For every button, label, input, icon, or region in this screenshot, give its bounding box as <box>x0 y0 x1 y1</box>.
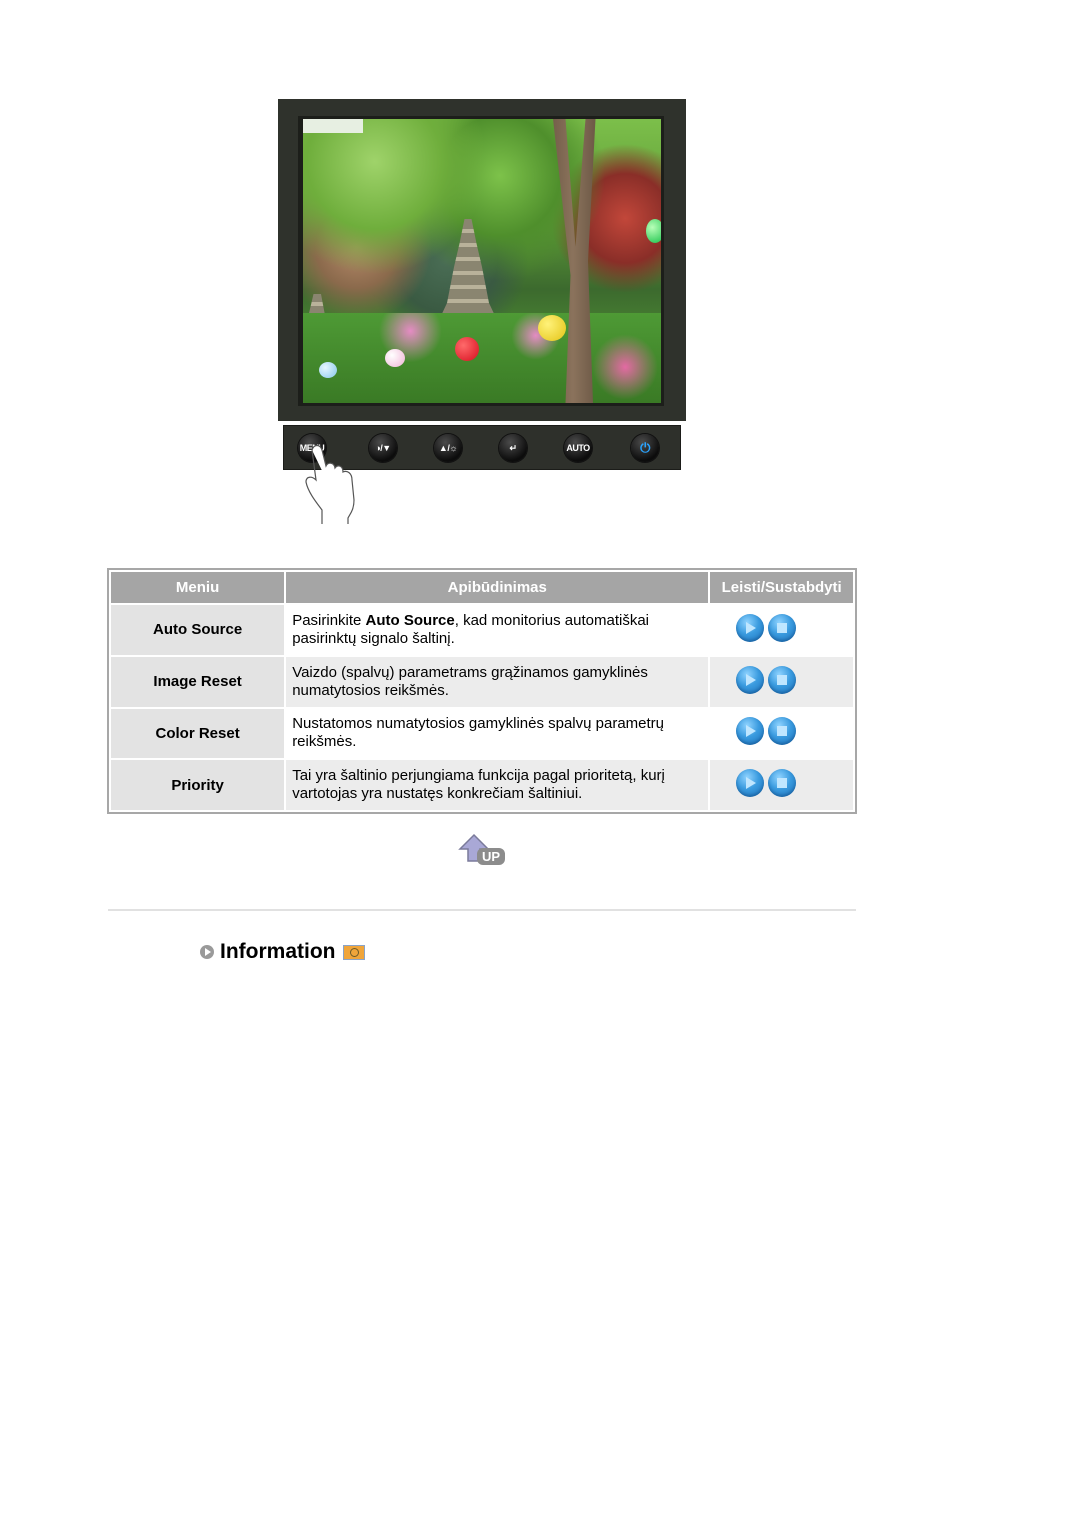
row-name: Color Reset <box>111 708 285 759</box>
lantern-green <box>646 219 661 243</box>
row-description: Pasirinkite Auto Source, kad monitorius … <box>286 605 709 655</box>
row-controls <box>710 605 853 655</box>
row-controls <box>710 760 853 810</box>
play-icon <box>745 621 756 634</box>
play-button[interactable] <box>735 769 764 798</box>
stop-icon <box>776 674 787 685</box>
enter-icon: ↵ <box>509 443 517 453</box>
header-description: Apibūdinimas <box>286 572 709 603</box>
table-row: Priority Tai yra šaltinio perjungiama fu… <box>111 760 853 810</box>
play-button[interactable] <box>735 717 764 746</box>
row-description: Tai yra šaltinio perjungiama funkcija pa… <box>286 760 709 810</box>
flower-bed <box>303 313 661 403</box>
up-label: UP <box>482 849 500 864</box>
brightness-up-button[interactable]: ▲/☼ <box>434 434 462 462</box>
power-icon: ⏻ <box>640 440 650 455</box>
play-icon <box>745 777 756 790</box>
section-divider <box>108 909 856 911</box>
table-row: Image Reset Vaizdo (spalvų) parametrams … <box>111 656 853 707</box>
play-button[interactable] <box>735 665 764 694</box>
row-description: Nustatomos numatytosios gamyklinės spalv… <box>286 708 709 759</box>
table-header-row: Meniu Apibūdinimas Leisti/Sustabdyti <box>111 572 853 603</box>
header-controls: Leisti/Sustabdyti <box>710 572 853 603</box>
row-controls <box>710 656 853 707</box>
row-name: Priority <box>111 760 285 810</box>
lantern-blue <box>319 362 337 378</box>
power-button[interactable]: ⏻ <box>631 434 659 462</box>
table-row: Auto Source Pasirinkite Auto Source, kad… <box>111 605 853 655</box>
magicbright-down-button[interactable]: ◑/▼ <box>369 434 397 462</box>
play-icon <box>745 725 756 738</box>
enter-button[interactable]: ↵ <box>499 434 527 462</box>
pointing-hand-icon <box>305 444 355 524</box>
row-controls <box>710 708 853 759</box>
monitor-screen-image <box>303 119 661 403</box>
stop-button[interactable] <box>767 665 796 694</box>
stop-button[interactable] <box>767 769 796 798</box>
stop-button[interactable] <box>767 717 796 746</box>
desc-text: Pasirinkite <box>292 611 366 629</box>
play-button[interactable] <box>735 613 764 642</box>
lantern-yellow <box>538 315 566 341</box>
lantern-pink <box>385 349 405 367</box>
section-heading-information: Information <box>200 938 365 966</box>
clock-badge-icon <box>342 944 365 960</box>
stop-icon <box>776 726 787 737</box>
auto-button[interactable]: AUTO <box>564 434 592 462</box>
header-menu: Meniu <box>111 572 285 603</box>
stop-icon <box>776 622 787 633</box>
row-description: Vaizdo (spalvų) parametrams grąžinamos g… <box>286 656 709 707</box>
stop-icon <box>776 778 787 789</box>
sky <box>303 119 363 133</box>
auto-icon: AUTO <box>566 443 590 453</box>
row-name: Auto Source <box>111 605 285 655</box>
play-icon <box>745 673 756 686</box>
lantern-red <box>455 337 479 361</box>
arrow-bullet-icon <box>200 945 214 959</box>
brightness-up-icon: ▲/☼ <box>438 443 458 453</box>
menu-table: Meniu Apibūdinimas Leisti/Sustabdyti Aut… <box>107 568 857 814</box>
stop-button[interactable] <box>767 613 796 642</box>
monitor-illustration <box>278 99 686 421</box>
section-title: Information <box>220 940 336 963</box>
desc-bold: Auto Source <box>365 611 455 629</box>
up-arrow-icon[interactable]: UP <box>458 833 506 867</box>
table-row: Color Reset Nustatomos numatytosios gamy… <box>111 708 853 759</box>
magicbright-down-icon: ◑/▼ <box>375 443 391 453</box>
row-name: Image Reset <box>111 656 285 707</box>
